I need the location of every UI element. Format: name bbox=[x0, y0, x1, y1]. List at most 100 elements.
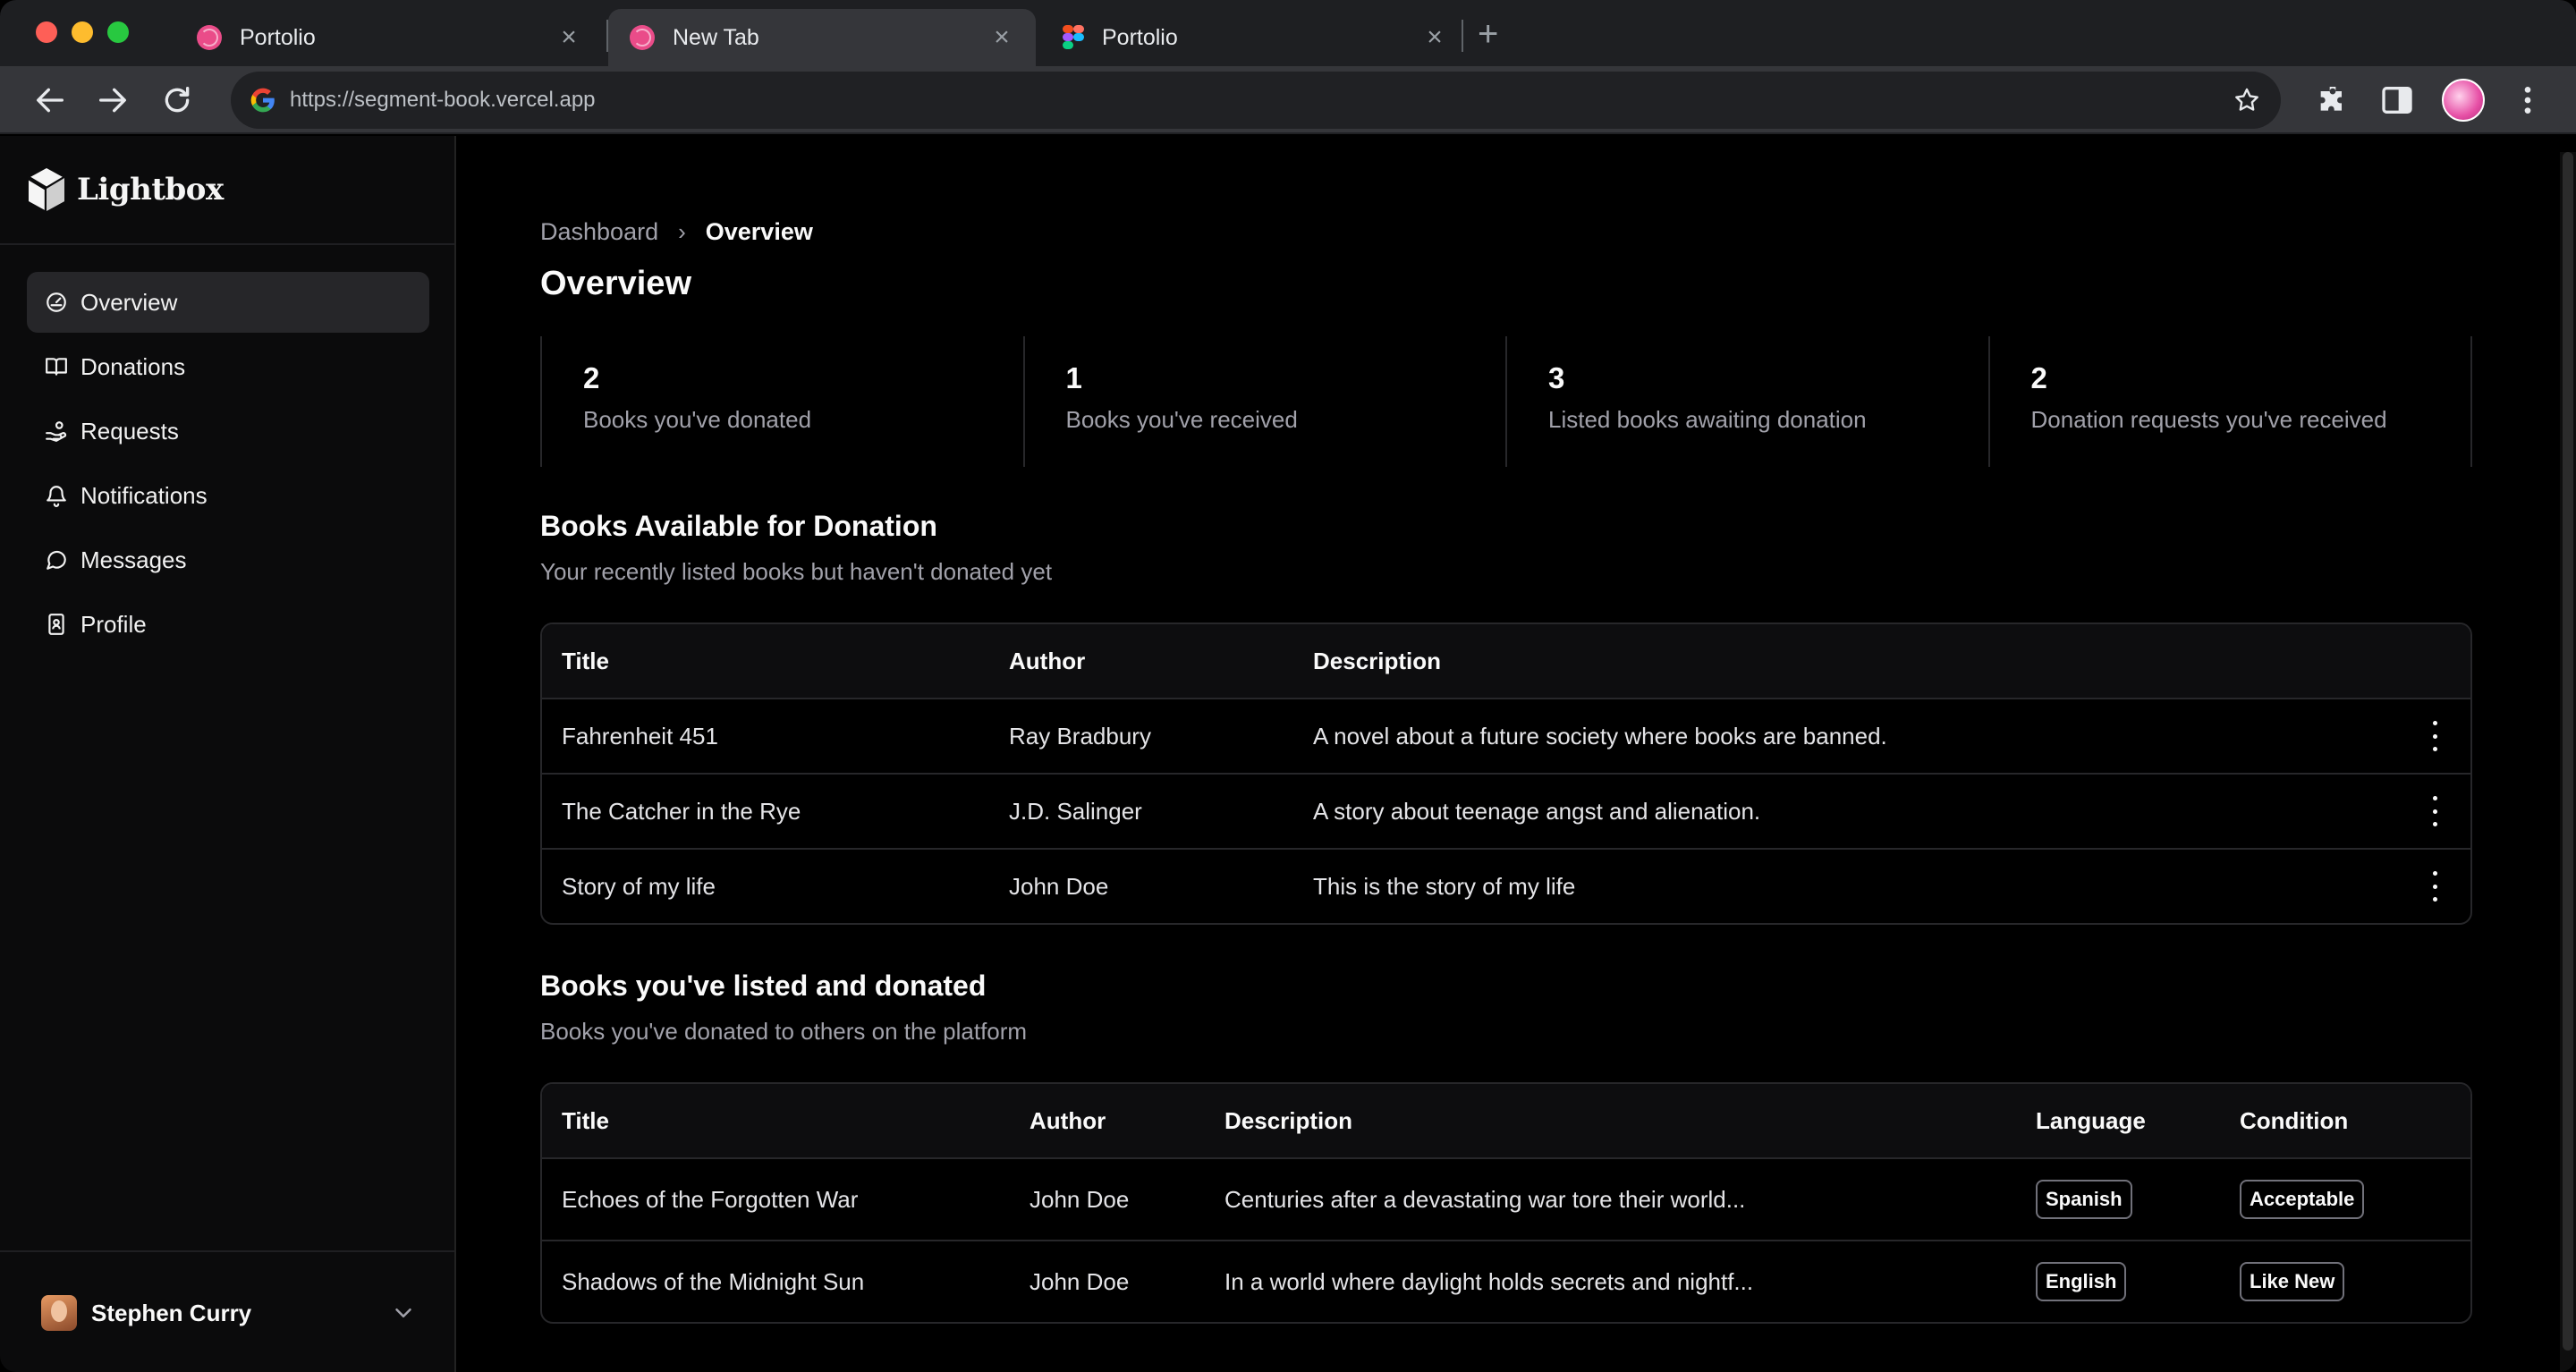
tab-label: Portolio bbox=[240, 24, 316, 50]
tab-label: New Tab bbox=[673, 24, 759, 50]
browser-tab-3[interactable]: Portolio × bbox=[1041, 9, 1469, 66]
stat-card: 2 Books you've donated bbox=[540, 336, 1023, 467]
browser-profile-avatar[interactable] bbox=[2442, 79, 2485, 122]
stat-value: 3 bbox=[1548, 361, 1565, 394]
book-description: Centuries after a devastating war tore t… bbox=[1224, 1185, 1746, 1213]
sidebar-item-label: Messages bbox=[80, 546, 187, 573]
extensions-icon[interactable] bbox=[2315, 82, 2351, 118]
chevron-down-icon[interactable] bbox=[390, 1300, 417, 1326]
book-title: The Catcher in the Rye bbox=[562, 797, 801, 825]
tab-close-icon[interactable]: × bbox=[1422, 24, 1447, 51]
bookmark-star-icon[interactable] bbox=[2233, 86, 2261, 114]
section-title: Books Available for Donation bbox=[540, 510, 937, 542]
available-books-table: Title Author Description Fahrenheit 451 … bbox=[540, 622, 2472, 925]
side-panel-icon[interactable] bbox=[2379, 82, 2415, 118]
tab-close-icon[interactable]: × bbox=[556, 24, 581, 51]
book-author: John Doe bbox=[1009, 872, 1109, 900]
stat-value: 2 bbox=[583, 361, 600, 394]
table-row[interactable]: Fahrenheit 451 Ray Bradbury A novel abou… bbox=[542, 698, 2470, 773]
column-header: Author bbox=[1030, 1106, 1106, 1134]
sidebar-item-requests[interactable]: Requests bbox=[27, 401, 429, 462]
sidebar-item-notifications[interactable]: Notifications bbox=[27, 465, 429, 526]
sidebar-item-label: Donations bbox=[80, 352, 186, 380]
browser-toolbar: https://segment-book.vercel.app bbox=[0, 66, 2576, 134]
stat-label: Books you've received bbox=[1065, 406, 1298, 433]
stat-card: 3 Listed books awaiting donation bbox=[1505, 336, 1988, 467]
window-minimize-button[interactable] bbox=[72, 21, 93, 43]
window-close-button[interactable] bbox=[36, 21, 57, 43]
book-author: J.D. Salinger bbox=[1009, 797, 1142, 825]
sidebar-item-overview[interactable]: Overview bbox=[27, 272, 429, 333]
stat-card: 1 Books you've received bbox=[1022, 336, 1506, 467]
address-bar[interactable]: https://segment-book.vercel.app bbox=[231, 72, 2281, 129]
sidebar-item-profile[interactable]: Profile bbox=[27, 594, 429, 655]
sidebar-item-label: Overview bbox=[80, 288, 178, 316]
book-author: Ray Bradbury bbox=[1009, 722, 1151, 750]
section-subtitle: Books you've donated to others on the pl… bbox=[540, 1018, 1028, 1045]
back-icon[interactable] bbox=[32, 82, 68, 118]
dribbble-icon bbox=[630, 25, 655, 50]
tab-strip: Portolio × New Tab × Portolio × + bbox=[0, 0, 2576, 66]
sidebar-item-label: Requests bbox=[80, 417, 179, 445]
book-description: A story about teenage angst and alienati… bbox=[1313, 797, 1761, 825]
stat-value: 2 bbox=[2030, 361, 2047, 394]
book-author: John Doe bbox=[1030, 1185, 1130, 1213]
new-tab-icon[interactable]: + bbox=[1478, 16, 1498, 52]
sidebar-item-label: Profile bbox=[80, 610, 147, 638]
app: Lightbox Overview Donations Requests Not… bbox=[0, 136, 2576, 1372]
column-header: Description bbox=[1313, 647, 1442, 674]
browser-tab-2[interactable]: New Tab × bbox=[608, 9, 1036, 66]
book-author: John Doe bbox=[1030, 1267, 1130, 1295]
stat-label: Books you've donated bbox=[583, 406, 812, 433]
language-badge: English bbox=[2036, 1262, 2127, 1301]
more-menu-icon[interactable] bbox=[2510, 82, 2546, 118]
sidebar-item-donations[interactable]: Donations bbox=[27, 336, 429, 397]
row-actions-icon[interactable] bbox=[2426, 721, 2444, 751]
breadcrumb-dashboard-link[interactable]: Dashboard bbox=[540, 218, 658, 246]
table-row[interactable]: Story of my life John Doe This is the st… bbox=[542, 848, 2470, 923]
reload-icon[interactable] bbox=[159, 82, 195, 118]
brand[interactable]: Lightbox bbox=[25, 163, 224, 216]
table-row[interactable]: Echoes of the Forgotten War John Doe Cen… bbox=[542, 1157, 2470, 1240]
breadcrumb-current: Overview bbox=[705, 218, 813, 245]
browser-tab-1[interactable]: Portolio × bbox=[175, 9, 603, 66]
cube-logo-icon bbox=[27, 168, 66, 211]
user-menu[interactable]: Stephen Curry bbox=[41, 1293, 417, 1333]
sidebar-item-messages[interactable]: Messages bbox=[27, 529, 429, 590]
page-title: Overview bbox=[540, 265, 691, 302]
browser-window: Portolio × New Tab × Portolio × + https:… bbox=[0, 0, 2576, 1372]
column-header: Title bbox=[562, 1106, 609, 1134]
avatar bbox=[41, 1295, 77, 1331]
stats-row: 2 Books you've donated 1 Books you've re… bbox=[540, 336, 2472, 467]
column-header: Author bbox=[1009, 647, 1086, 674]
window-zoom-button[interactable] bbox=[107, 21, 129, 43]
condition-badge: Acceptable bbox=[2240, 1180, 2365, 1219]
row-actions-icon[interactable] bbox=[2426, 871, 2444, 902]
gauge-icon bbox=[47, 292, 66, 312]
stat-card: 2 Donation requests you've received bbox=[1987, 336, 2472, 467]
book-title: Story of my life bbox=[562, 872, 716, 900]
tab-close-icon[interactable]: × bbox=[989, 24, 1014, 51]
row-actions-icon[interactable] bbox=[2426, 796, 2444, 826]
table-row[interactable]: Shadows of the Midnight Sun John Doe In … bbox=[542, 1240, 2470, 1322]
stat-label: Listed books awaiting donation bbox=[1548, 406, 1867, 433]
book-open-icon bbox=[46, 358, 67, 376]
dribbble-icon bbox=[197, 25, 222, 50]
bell-icon bbox=[47, 486, 66, 507]
sidebar-divider bbox=[0, 1250, 454, 1252]
column-header: Language bbox=[2036, 1106, 2146, 1134]
hand-coins-icon bbox=[46, 421, 67, 442]
scrollbar-thumb[interactable] bbox=[2563, 152, 2573, 1351]
brand-name: Lightbox bbox=[77, 172, 224, 207]
table-header-row: Title Author Description bbox=[542, 624, 2470, 698]
url-text: https://segment-book.vercel.app bbox=[290, 88, 596, 112]
table-row[interactable]: The Catcher in the Rye J.D. Salinger A s… bbox=[542, 773, 2470, 848]
main-content: Dashboard › Overview Overview 2 Books yo… bbox=[456, 136, 2576, 1372]
section-title: Books you've listed and donated bbox=[540, 970, 987, 1002]
forward-icon[interactable] bbox=[95, 82, 131, 118]
column-header: Condition bbox=[2240, 1106, 2349, 1134]
user-name: Stephen Curry bbox=[91, 1299, 252, 1326]
stat-label: Donation requests you've received bbox=[2030, 406, 2387, 433]
contact-icon bbox=[48, 614, 64, 635]
tab-label: Portolio bbox=[1102, 24, 1178, 50]
